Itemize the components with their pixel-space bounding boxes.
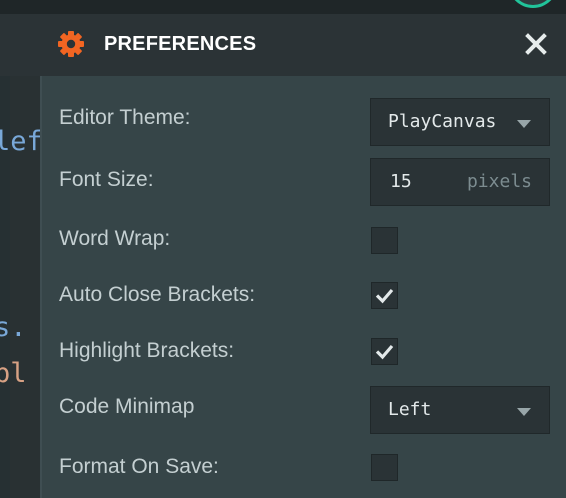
font-size-value: 15 (390, 171, 412, 192)
auto-close-brackets-checkbox[interactable] (371, 282, 398, 309)
font-size-unit: pixels (466, 171, 532, 192)
font-size-input[interactable]: 15 pixels (370, 158, 550, 206)
chevron-down-icon (517, 120, 531, 128)
panel-divider (40, 76, 42, 498)
code-minimap-select[interactable]: Left (370, 386, 550, 434)
checkmark-icon (375, 288, 394, 304)
format-on-save-checkbox[interactable] (371, 454, 398, 481)
editor-theme-label: Editor Theme: (59, 106, 191, 129)
close-icon[interactable] (524, 32, 548, 56)
format-on-save-label: Format On Save: (59, 455, 219, 478)
gear-icon (58, 31, 84, 57)
code-line: pl (0, 358, 27, 389)
editor-theme-value: PlayCanvas (388, 111, 497, 132)
editor-theme-select[interactable]: PlayCanvas (370, 98, 550, 146)
highlight-brackets-checkbox[interactable] (371, 338, 398, 365)
code-minimap-value: Left (388, 399, 432, 420)
code-line: lef (0, 126, 43, 157)
chevron-down-icon (517, 408, 531, 416)
avatar[interactable] (508, 0, 558, 8)
word-wrap-checkbox[interactable] (371, 227, 398, 254)
preferences-header (0, 14, 566, 76)
code-line: s. (0, 312, 27, 343)
checkmark-icon (375, 344, 394, 360)
highlight-brackets-label: Highlight Brackets: (59, 339, 235, 362)
word-wrap-label: Word Wrap: (59, 227, 171, 250)
auto-close-brackets-label: Auto Close Brackets: (59, 283, 256, 306)
editor-toolbar (0, 0, 566, 14)
font-size-label: Font Size: (59, 168, 154, 191)
panel-title: PREFERENCES (104, 33, 257, 55)
code-minimap-label: Code Minimap (59, 395, 195, 418)
